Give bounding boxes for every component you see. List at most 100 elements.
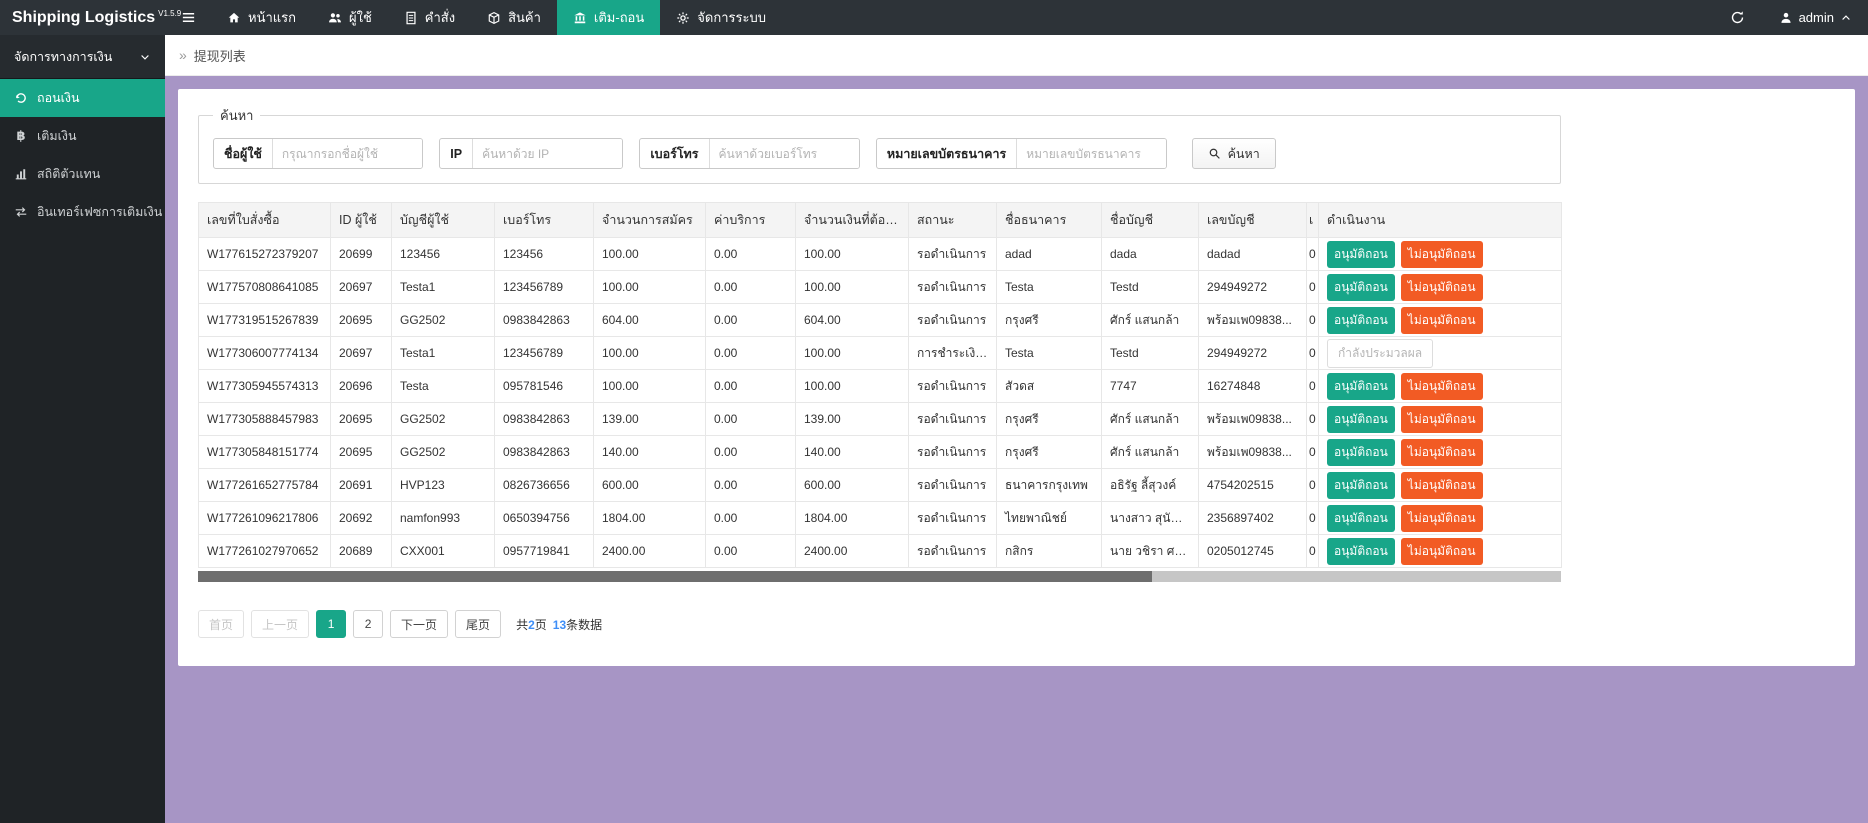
reject-withdraw-button[interactable]: ไม่อนุมัติถอน	[1401, 505, 1483, 532]
cell-status[interactable]: รอดำเนินการ	[909, 469, 997, 502]
approve-withdraw-button[interactable]: อนุมัติถอน	[1327, 274, 1395, 301]
col-actions: ดำเนินงาน	[1319, 203, 1562, 238]
cell-status[interactable]: รอดำเนินการ	[909, 304, 997, 337]
nav-label-users: ผู้ใช้	[349, 7, 372, 28]
reject-withdraw-button[interactable]: ไม่อนุมัติถอน	[1401, 538, 1483, 565]
breadcrumb-marker-icon: »	[179, 47, 187, 63]
sidebar-item-withdraw[interactable]: ถอนเงิน	[0, 79, 165, 117]
approve-withdraw-button[interactable]: อนุมัติถอน	[1327, 505, 1395, 532]
cell-phone: 0826736656	[495, 469, 594, 502]
horizontal-scrollbar[interactable]	[198, 571, 1561, 582]
sidebar-item-deposit-interface[interactable]: อินเทอร์เฟซการเติมเงิน	[0, 193, 165, 231]
cell-fee: 0.00	[706, 304, 796, 337]
approve-withdraw-button[interactable]: อนุมัติถอน	[1327, 241, 1395, 268]
reject-withdraw-button[interactable]: ไม่อนุมัติถอน	[1401, 274, 1483, 301]
reject-withdraw-button[interactable]: ไม่อนุมัติถอน	[1401, 439, 1483, 466]
sidebar-group-finance[interactable]: จัดการทางการเงิน	[0, 35, 165, 79]
col-order-no: เลขที่ใบสั่งซื้อ	[199, 203, 331, 238]
prev-page-button[interactable]: 上一页	[251, 610, 309, 638]
cell-apply-amount: 100.00	[594, 271, 706, 304]
nav-label-products: สินค้า	[508, 7, 541, 28]
cell-user-id: 20699	[331, 238, 392, 271]
approve-withdraw-button[interactable]: อนุมัติถอน	[1327, 406, 1395, 433]
bank-card-input[interactable]	[1016, 139, 1166, 168]
transfer-arrows-icon	[14, 205, 28, 219]
cell-net-amount: 1804.00	[796, 502, 909, 535]
scrollbar-thumb[interactable]	[198, 571, 1152, 582]
cell-status[interactable]: รอดำเนินการ	[909, 370, 997, 403]
cell-bank-name: กรุงศรี	[997, 403, 1102, 436]
col-phone: เบอร์โทร	[495, 203, 594, 238]
col-status: สถานะ	[909, 203, 997, 238]
nav-label-home: หน้าแรก	[248, 7, 296, 28]
pagination-summary: 共2页13条数据	[516, 616, 602, 633]
cell-status[interactable]: รอดำเนินการ	[909, 502, 997, 535]
col-bank-name: ชื่อธนาคาร	[997, 203, 1102, 238]
cell-fee: 0.00	[706, 436, 796, 469]
approve-withdraw-button[interactable]: อนุมัติถอน	[1327, 538, 1395, 565]
reject-withdraw-button[interactable]: ไม่อนุมัติถอน	[1401, 406, 1483, 433]
cell-bank-name: สัวดส	[997, 370, 1102, 403]
col-account-number: เลขบัญชี	[1199, 203, 1307, 238]
cell-order-no: W177305945574313	[199, 370, 331, 403]
cell-clipped: 0	[1307, 271, 1319, 304]
reject-withdraw-button[interactable]: ไม่อนุมัติถอน	[1401, 472, 1483, 499]
summary-prefix: 共	[516, 618, 528, 632]
cell-account-name: 7747	[1102, 370, 1199, 403]
ip-input[interactable]	[472, 139, 622, 168]
cell-status[interactable]: รอดำเนินการ	[909, 238, 997, 271]
app-version: V1.5.9	[158, 9, 181, 18]
cell-status[interactable]: รอดำเนินการ	[909, 436, 997, 469]
cell-fee: 0.00	[706, 271, 796, 304]
nav-label-deposit-withdraw: เติม-ถอน	[594, 7, 644, 28]
nav-item-products[interactable]: สินค้า	[471, 0, 557, 35]
username-input[interactable]	[272, 139, 422, 168]
cell-apply-amount: 140.00	[594, 436, 706, 469]
cell-status[interactable]: รอดำเนินการ	[909, 271, 997, 304]
approve-withdraw-button[interactable]: อนุมัติถอน	[1327, 307, 1395, 334]
phone-input[interactable]	[709, 139, 859, 168]
reject-withdraw-button[interactable]: ไม่อนุมัติถอน	[1401, 373, 1483, 400]
approve-withdraw-button[interactable]: อนุมัติถอน	[1327, 472, 1395, 499]
cell-status[interactable]: รอดำเนินการ	[909, 403, 997, 436]
cell-actions: อนุมัติถอนไม่อนุมัติถอน	[1319, 238, 1562, 271]
first-page-button[interactable]: 首页	[198, 610, 244, 638]
reject-withdraw-button[interactable]: ไม่อนุมัติถอน	[1401, 307, 1483, 334]
next-page-button[interactable]: 下一页	[390, 610, 448, 638]
refresh-icon[interactable]	[1730, 10, 1745, 25]
cell-order-no: W177261027970652	[199, 535, 331, 568]
cell-order-no: W177305888457983	[199, 403, 331, 436]
cell-actions: อนุมัติถอนไม่อนุมัติถอน	[1319, 436, 1562, 469]
sidebar-item-agent-stats[interactable]: สถิติตัวแทน	[0, 155, 165, 193]
cell-account-name: Testd	[1102, 271, 1199, 304]
user-menu[interactable]: admin	[1779, 10, 1852, 25]
nav-item-system[interactable]: จัดการระบบ	[660, 0, 782, 35]
cell-clipped: 0	[1307, 370, 1319, 403]
breadcrumb: » 提现列表	[165, 35, 1868, 76]
nav-item-home[interactable]: หน้าแรก	[211, 0, 312, 35]
page-button-1[interactable]: 1	[316, 610, 346, 638]
approve-withdraw-button[interactable]: อนุมัติถอน	[1327, 373, 1395, 400]
cell-status[interactable]: การชำระเงินถูก...	[909, 337, 997, 370]
sidebar-item-deposit[interactable]: ฿ เติมเงิน	[0, 117, 165, 155]
page-buttons: 12	[316, 610, 383, 638]
nav-item-deposit-withdraw[interactable]: เติม-ถอน	[557, 0, 660, 35]
nav-item-orders[interactable]: คำสั่ง	[388, 0, 471, 35]
summary-count: 13	[553, 618, 566, 632]
cell-user-account: HVP123	[392, 469, 495, 502]
page-button-2[interactable]: 2	[353, 610, 383, 638]
processing-button[interactable]: กำลังประมวลผล	[1327, 339, 1433, 368]
last-page-button[interactable]: 尾页	[455, 610, 501, 638]
table-row: W17730588845798320695GG25020983842863139…	[199, 403, 1562, 436]
approve-withdraw-button[interactable]: อนุมัติถอน	[1327, 439, 1395, 466]
cell-net-amount: 140.00	[796, 436, 909, 469]
reject-withdraw-button[interactable]: ไม่อนุมัติถอน	[1401, 241, 1483, 268]
ip-field-group: IP	[439, 138, 623, 169]
cell-bank-name: adad	[997, 238, 1102, 271]
table-row: W17730594557431320696Testa095781546100.0…	[199, 370, 1562, 403]
nav-item-users[interactable]: ผู้ใช้	[312, 0, 388, 35]
bar-chart-icon	[14, 167, 28, 181]
cell-clipped: 0	[1307, 469, 1319, 502]
cell-status[interactable]: รอดำเนินการ	[909, 535, 997, 568]
search-button[interactable]: ค้นหา	[1192, 138, 1276, 169]
